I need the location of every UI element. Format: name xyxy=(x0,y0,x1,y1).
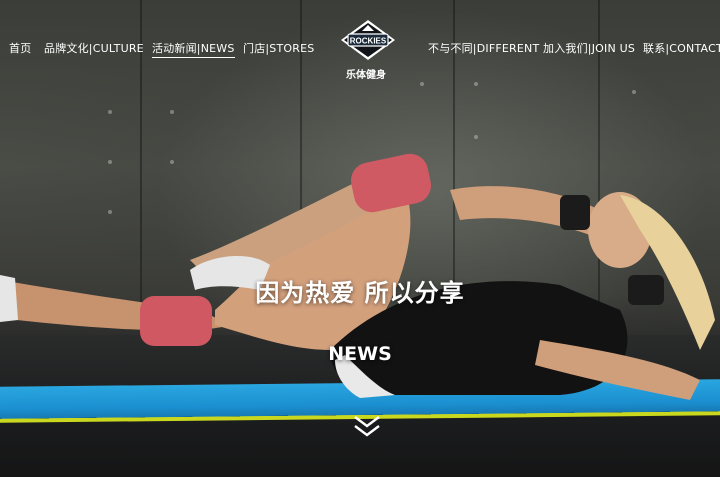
nav-culture[interactable]: 品牌文化|CULTURE xyxy=(44,40,144,56)
logo-subtitle: 乐体健身 xyxy=(346,70,386,81)
hero-subheadline: NEWS xyxy=(328,343,392,365)
nav-contact[interactable]: 联系|CONTACT xyxy=(643,40,720,56)
wall-rivet xyxy=(474,135,478,139)
double-chevron-down-icon xyxy=(354,416,380,437)
logo-wordmark: ROCKIES xyxy=(350,37,387,46)
brand-logo[interactable]: ROCKIES xyxy=(339,19,397,61)
wall-rivet xyxy=(170,110,174,114)
rockies-logo-icon: ROCKIES xyxy=(341,20,395,60)
nav-news[interactable]: 活动新闻|NEWS xyxy=(152,40,235,58)
main-nav: 首页 品牌文化|CULTURE 活动新闻|NEWS 门店|STORES ROCK… xyxy=(0,0,720,95)
scroll-down-button[interactable] xyxy=(352,414,382,440)
nav-join-us[interactable]: 加入我们|JOIN US xyxy=(543,40,635,56)
nav-stores[interactable]: 门店|STORES xyxy=(243,40,314,56)
nav-home[interactable]: 首页 xyxy=(9,40,31,56)
hero-headline: 因为热爱 所以分享 xyxy=(255,279,465,307)
hero-banner: 首页 品牌文化|CULTURE 活动新闻|NEWS 门店|STORES ROCK… xyxy=(0,0,720,477)
wall-rivet xyxy=(108,110,112,114)
nav-different[interactable]: 不与不同|DIFFERENT xyxy=(428,40,539,56)
